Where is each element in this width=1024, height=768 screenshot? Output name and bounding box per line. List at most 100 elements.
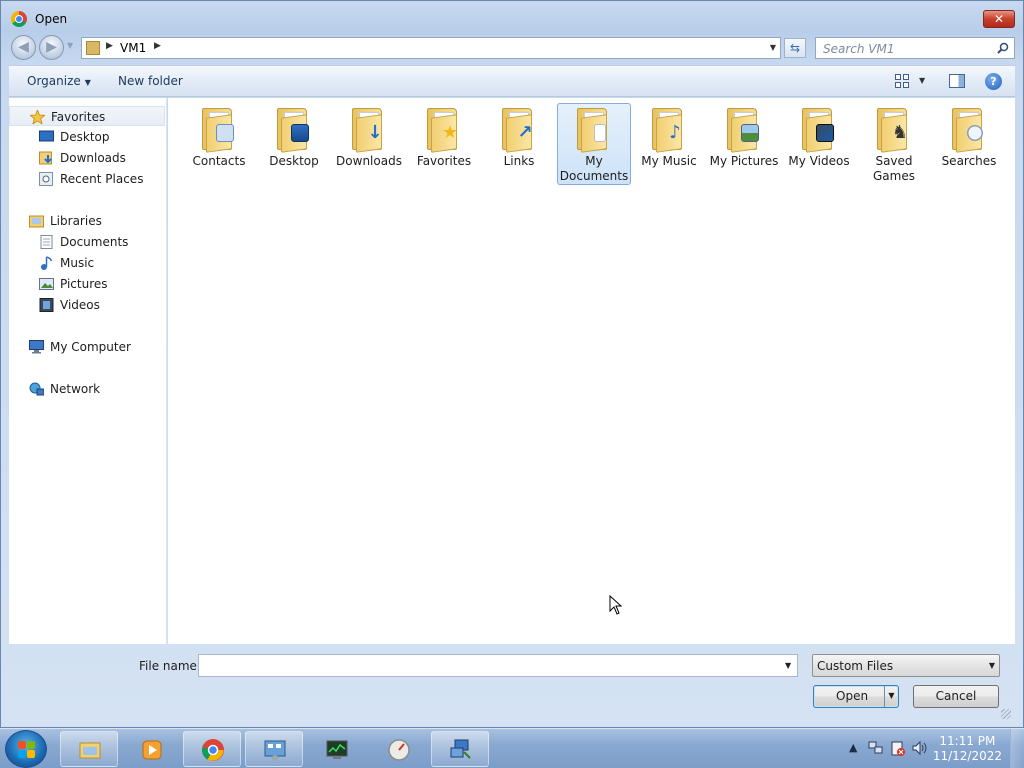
videos-folder-icon xyxy=(799,106,839,153)
sidebar-item-music[interactable]: Music xyxy=(9,253,165,273)
sidebar-item-label: Favorites xyxy=(51,110,106,124)
recent-locations-button[interactable]: ▼ xyxy=(67,41,73,50)
taskbar-clock[interactable]: 11:11 PM 11/12/2022 xyxy=(933,734,1002,764)
file-list[interactable]: Contacts Desktop ↓ Downloads ★ Favorites… xyxy=(168,98,1015,644)
folder-downloads[interactable]: ↓ Downloads xyxy=(332,103,406,185)
chevron-down-icon[interactable]: ▼ xyxy=(785,661,791,670)
favorites-folder-icon: ★ xyxy=(424,106,464,153)
search-placeholder: Search VM1 xyxy=(823,42,895,56)
action-center-icon[interactable] xyxy=(890,741,906,757)
organize-label: Organize xyxy=(27,74,81,88)
taskbar: ▲ 11:11 PM 11/12/2022 xyxy=(0,728,1024,768)
close-button[interactable]: ✕ xyxy=(983,10,1015,28)
cancel-button[interactable]: Cancel xyxy=(913,685,999,708)
open-button[interactable]: Open ▼ xyxy=(813,685,899,708)
show-hidden-icons-icon[interactable]: ▲ xyxy=(849,741,857,754)
folder-my-music[interactable]: ♪ My Music xyxy=(632,103,706,185)
folder-saved-games[interactable]: ♞ Saved Games xyxy=(857,103,931,185)
breadcrumb-vm1[interactable]: VM1 xyxy=(120,41,146,55)
forward-arrow-icon: ▶ xyxy=(46,39,57,55)
folder-my-documents[interactable]: My Documents xyxy=(557,103,631,185)
folder-contacts[interactable]: Contacts xyxy=(182,103,256,185)
resize-grip[interactable] xyxy=(1001,709,1011,719)
clock-date: 11/12/2022 xyxy=(932,749,1002,763)
file-name-input[interactable] xyxy=(198,654,798,677)
system-tray: ▲ 11:11 PM 11/12/2022 xyxy=(834,729,1024,768)
address-bar[interactable]: ▶ VM1 ▶ ▼ xyxy=(81,37,781,59)
change-view-icon[interactable] xyxy=(895,74,910,88)
media-player-icon xyxy=(142,740,162,760)
sidebar-item-libraries[interactable]: Libraries xyxy=(9,211,165,231)
taskbar-control-panel[interactable] xyxy=(245,731,303,767)
help-icon[interactable]: ? xyxy=(985,73,1002,90)
file-label: My Pictures xyxy=(709,154,779,168)
file-label: My Music xyxy=(641,154,697,168)
refresh-button[interactable]: ⇆ xyxy=(784,38,806,58)
taskbar-task-manager[interactable] xyxy=(307,731,365,767)
volume-icon[interactable] xyxy=(912,741,928,755)
show-desktop-button[interactable] xyxy=(1010,729,1024,768)
forward-button[interactable]: ▶ xyxy=(39,35,64,60)
sidebar-item-my-computer[interactable]: My Computer xyxy=(9,337,165,357)
breadcrumb-separator-icon[interactable]: ▶ xyxy=(154,41,161,51)
open-options-dropdown[interactable]: ▼ xyxy=(884,686,898,707)
back-button[interactable]: ◀ xyxy=(11,35,36,60)
star-icon xyxy=(30,110,45,124)
sidebar-item-label: Desktop xyxy=(60,130,110,144)
taskbar-performance[interactable] xyxy=(369,731,427,767)
file-label: Searches xyxy=(941,154,997,168)
window-title: Open xyxy=(35,12,68,26)
sidebar-item-desktop[interactable]: Desktop xyxy=(9,127,165,147)
folder-my-videos[interactable]: My Videos xyxy=(782,103,856,185)
folder-desktop[interactable]: Desktop xyxy=(257,103,331,185)
chrome-icon xyxy=(11,11,27,27)
music-note-icon xyxy=(41,256,53,270)
videos-icon xyxy=(39,298,54,312)
folder-searches[interactable]: Searches xyxy=(932,103,1006,185)
sidebar-item-network[interactable]: Network xyxy=(9,379,165,399)
sidebar-item-pictures[interactable]: Pictures xyxy=(9,274,165,294)
folder-links[interactable]: ↗ Links xyxy=(482,103,556,185)
pictures-folder-icon xyxy=(724,106,764,153)
taskbar-chrome[interactable] xyxy=(183,731,241,767)
taskbar-network-app[interactable] xyxy=(431,731,489,767)
control-panel-icon xyxy=(264,740,286,761)
sidebar-item-videos[interactable]: Videos xyxy=(9,295,165,315)
sidebar-item-label: Pictures xyxy=(60,277,108,291)
start-button[interactable] xyxy=(5,730,47,768)
sidebar-item-favorites[interactable]: Favorites xyxy=(9,106,165,126)
search-input[interactable]: Search VM1 xyxy=(815,37,1015,59)
refresh-icon: ⇆ xyxy=(789,41,801,55)
breadcrumb-separator-icon[interactable]: ▶ xyxy=(106,41,113,51)
computer-icon xyxy=(29,340,44,354)
downloads-folder-icon: ↓ xyxy=(349,106,389,153)
documents-folder-icon xyxy=(574,106,614,153)
sidebar-item-recent-places[interactable]: Recent Places xyxy=(9,169,165,189)
sidebar-item-label: My Computer xyxy=(50,340,131,354)
sidebar-item-downloads[interactable]: Downloads xyxy=(9,148,165,168)
sidebar-item-label: Libraries xyxy=(50,214,102,228)
file-name-area: File name: ▼ Custom Files ▼ Open ▼ Cance… xyxy=(9,645,1015,723)
network-status-icon[interactable] xyxy=(868,741,884,755)
preview-pane-icon[interactable] xyxy=(949,74,965,88)
view-options-dropdown[interactable]: ▼ xyxy=(919,76,925,85)
sidebar-item-label: Videos xyxy=(60,298,100,312)
folder-my-pictures[interactable]: My Pictures xyxy=(707,103,781,185)
folder-favorites[interactable]: ★ Favorites xyxy=(407,103,481,185)
sidebar-item-documents[interactable]: Documents xyxy=(9,232,165,252)
search-icon[interactable] xyxy=(997,42,1009,54)
file-label: My Documents xyxy=(559,154,629,183)
new-folder-button[interactable]: New folder xyxy=(118,74,183,88)
recent-places-icon xyxy=(39,172,53,186)
taskbar-explorer[interactable] xyxy=(60,731,118,767)
command-bar: Organize ▼ New folder ▼ ? xyxy=(9,65,1015,97)
title-bar[interactable]: Open ✕ xyxy=(1,1,1023,35)
pictures-icon xyxy=(39,278,54,290)
organize-button[interactable]: Organize ▼ xyxy=(27,74,91,88)
sidebar-item-label: Music xyxy=(60,256,95,270)
address-dropdown-icon[interactable]: ▼ xyxy=(770,43,776,52)
file-label: Saved Games xyxy=(873,154,915,183)
back-arrow-icon: ◀ xyxy=(18,39,29,55)
file-type-select[interactable]: Custom Files ▼ xyxy=(812,654,1000,677)
taskbar-media-player[interactable] xyxy=(122,731,178,767)
